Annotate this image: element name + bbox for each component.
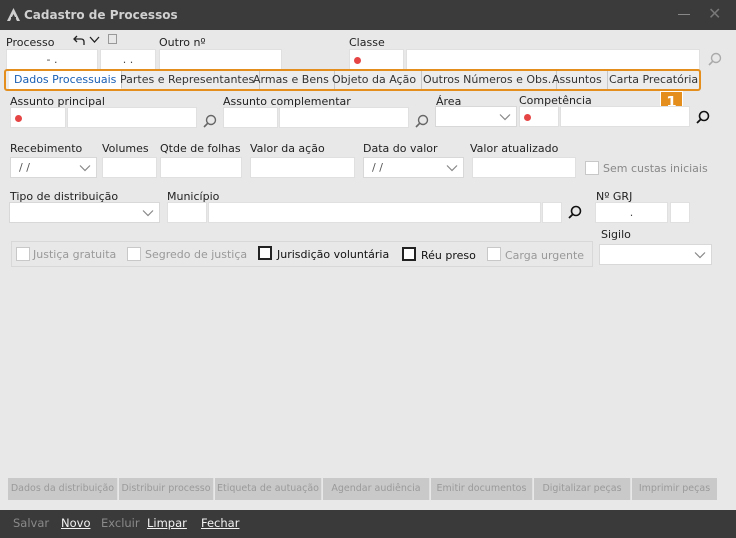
area-select[interactable] [435, 106, 517, 127]
sem-custas-label: Sem custas iniciais [603, 162, 708, 175]
classe-search-icon[interactable] [708, 52, 722, 66]
assunto-principal-description-input[interactable] [67, 107, 197, 128]
process-header: Processo Outro nº Classe - . . . [0, 30, 736, 70]
assunto-principal-code-input[interactable] [10, 107, 66, 128]
tab-partes-representantes[interactable]: Partes e Representantes [115, 71, 261, 89]
imprimir-pecas-button[interactable]: Imprimir peças [632, 478, 717, 500]
municipio-search-icon[interactable] [568, 205, 582, 219]
valor-atualizado-input[interactable] [472, 157, 576, 178]
qtde-folhas-label: Qtde de folhas [160, 142, 241, 155]
emitir-documentos-button[interactable]: Emitir documentos [431, 478, 533, 500]
window-title: Cadastro de Processos [24, 8, 178, 22]
digitalizar-pecas-button[interactable]: Digitalizar peças [534, 478, 631, 500]
classe-label: Classe [349, 36, 385, 49]
chevron-down-icon [499, 114, 511, 121]
sigilo-select[interactable] [599, 244, 712, 265]
chevron-down-icon[interactable] [89, 36, 100, 44]
salvar-button[interactable]: Salvar [13, 516, 49, 530]
processo-label: Processo [6, 36, 55, 49]
justica-gratuita-checkbox[interactable] [16, 247, 30, 261]
data-valor-value: / / [372, 161, 383, 174]
minimize-button[interactable] [678, 14, 690, 15]
valor-atualizado-label: Valor atualizado [470, 142, 559, 155]
chevron-down-icon [79, 165, 91, 172]
carga-urgente-checkbox[interactable] [487, 247, 501, 261]
municipio-code-input[interactable] [167, 202, 207, 223]
required-indicator [15, 115, 22, 122]
processo-origin-value: . . [122, 53, 134, 66]
chevron-down-icon [446, 165, 458, 172]
limpar-button[interactable]: Limpar [147, 516, 187, 530]
jurisdicao-voluntaria-checkbox[interactable] [258, 246, 272, 260]
volumes-label: Volumes [102, 142, 149, 155]
chevron-down-icon [142, 210, 154, 217]
excluir-button[interactable]: Excluir [101, 516, 140, 530]
fechar-button[interactable]: Fechar [201, 516, 239, 530]
valor-acao-label: Valor da ação [250, 142, 325, 155]
qtde-folhas-input[interactable] [160, 157, 242, 178]
footer-bar: Salvar Novo Excluir Limpar Fechar [0, 510, 736, 538]
data-valor-label: Data do valor [363, 142, 438, 155]
document-icon[interactable] [108, 34, 117, 44]
dados-distribuicao-button[interactable]: Dados da distribuição [8, 478, 118, 500]
processo-number-value: - . [46, 53, 58, 66]
grj-value: . [629, 206, 634, 219]
segredo-justica-checkbox[interactable] [127, 247, 141, 261]
tab-bar: Dados Processuais Partes e Representante… [4, 69, 701, 91]
app-logo-icon [7, 8, 20, 21]
competencia-code-input[interactable] [519, 106, 559, 127]
sigilo-label: Sigilo [601, 228, 631, 241]
jurisdicao-voluntaria-label: Jurisdição voluntária [277, 248, 390, 261]
novo-button[interactable]: Novo [61, 516, 90, 530]
recebimento-date-select[interactable]: / / [10, 157, 97, 178]
justica-gratuita-label: Justiça gratuita [33, 248, 117, 261]
classe-description-input[interactable] [406, 49, 700, 70]
outro-numero-input[interactable] [159, 49, 282, 70]
carga-urgente-label: Carga urgente [505, 249, 585, 262]
reu-preso-label: Réu preso [421, 249, 476, 262]
chevron-down-icon [694, 252, 706, 259]
assunto-complementar-search-icon[interactable] [415, 114, 429, 128]
close-button[interactable]: ✕ [708, 6, 721, 22]
assunto-complementar-code-input[interactable] [223, 107, 278, 128]
assunto-principal-search-icon[interactable] [203, 114, 217, 128]
sem-custas-checkbox[interactable] [585, 161, 599, 175]
recebimento-label: Recebimento [10, 142, 83, 155]
reu-preso-checkbox[interactable] [402, 247, 416, 261]
required-indicator [524, 114, 531, 121]
tab-carta-precatoria[interactable]: Carta Precatória [604, 71, 703, 89]
segredo-justica-label: Segredo de justiça [145, 248, 248, 261]
processo-number-input[interactable]: - . [6, 49, 98, 70]
agendar-audiencia-button[interactable]: Agendar audiência [323, 478, 430, 500]
competencia-search-icon[interactable] [696, 110, 710, 124]
classe-code-input[interactable] [349, 49, 404, 70]
municipio-extra-input[interactable] [542, 202, 562, 223]
tab-dados-processuais[interactable]: Dados Processuais [9, 71, 123, 89]
assunto-complementar-description-input[interactable] [279, 107, 409, 128]
grj-input[interactable]: . [595, 202, 668, 223]
tab-assuntos[interactable]: Assuntos [547, 71, 608, 89]
data-valor-select[interactable]: / / [363, 157, 464, 178]
tab-objeto-acao[interactable]: Objeto da Ação [327, 71, 423, 89]
valor-acao-input[interactable] [250, 157, 355, 178]
undo-icon[interactable] [73, 35, 85, 46]
tab-armas-bens[interactable]: Armas e Bens [248, 71, 335, 89]
tipo-distribuicao-select[interactable] [9, 202, 160, 223]
municipio-description-input[interactable] [208, 202, 541, 223]
volumes-input[interactable] [102, 157, 157, 178]
grj-digit-input[interactable] [670, 202, 690, 223]
required-indicator [354, 57, 361, 64]
title-bar: Cadastro de Processos ✕ [0, 0, 736, 30]
outro-numero-label: Outro nº [159, 36, 206, 49]
tab-outros-numeros[interactable]: Outros Números e Obs. [418, 71, 558, 89]
distribuir-processo-button[interactable]: Distribuir processo [119, 478, 214, 500]
processo-origin-input[interactable]: . . [100, 49, 156, 70]
competencia-description-input[interactable] [560, 106, 690, 127]
etiqueta-autuacao-button[interactable]: Etiqueta de autuação [215, 478, 322, 500]
recebimento-date-value: / / [19, 161, 30, 174]
